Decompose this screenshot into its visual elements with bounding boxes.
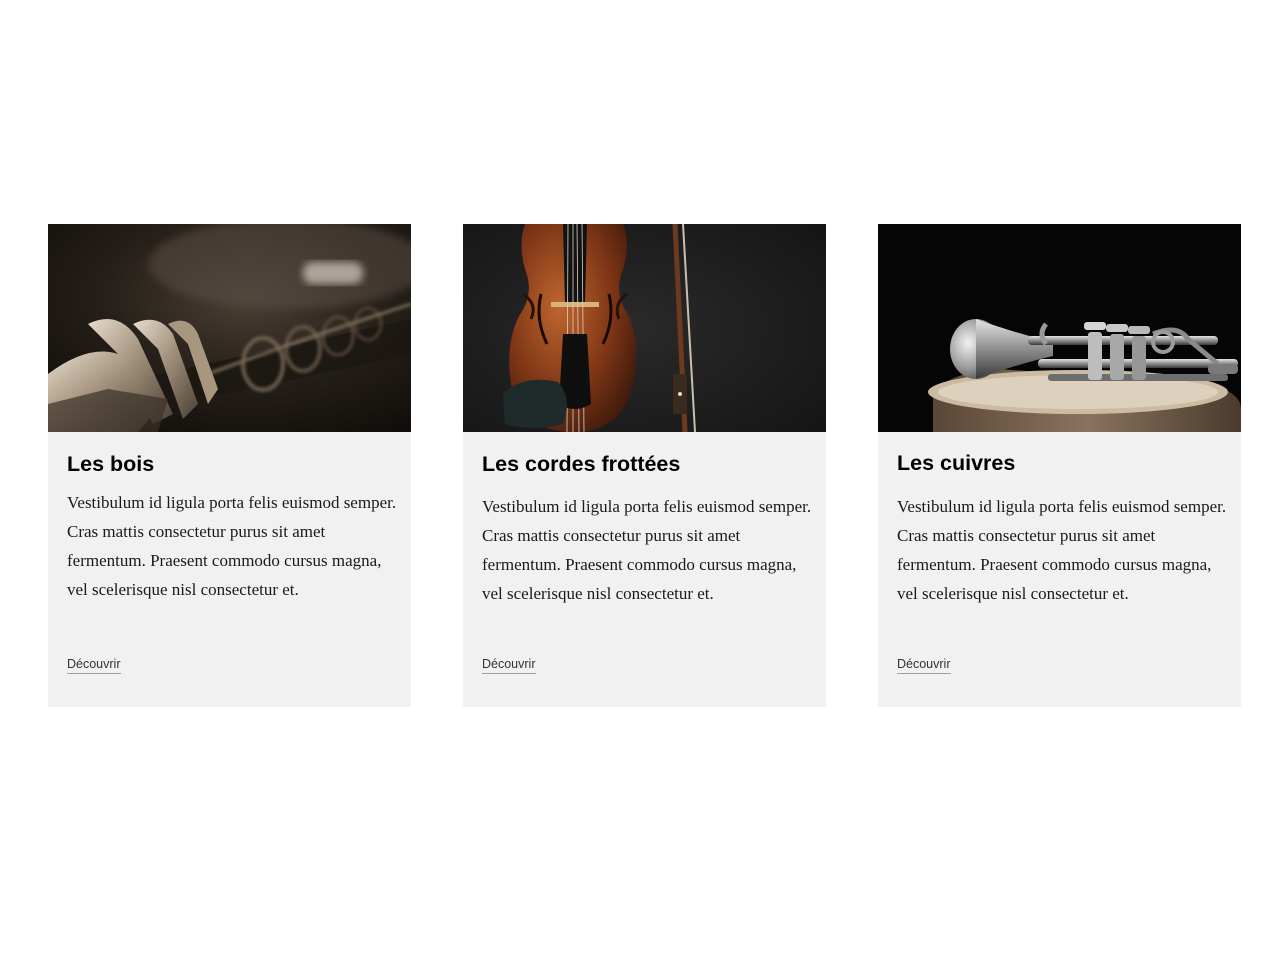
card-description: Vestibulum id ligula porta felis euismod… xyxy=(897,497,1227,603)
card-les-cordes-frottees: Les cordes frottées Vestibulum id ligula… xyxy=(463,224,826,707)
card-les-cuivres: Les cuivres Vestibulum id ligula porta f… xyxy=(878,224,1241,707)
card-description: Vestibulum id ligula porta felis euismod… xyxy=(482,497,812,603)
card-title: Les cuivres xyxy=(897,451,1016,475)
violin-and-bow-photo xyxy=(463,224,826,432)
trumpet-on-drum-photo xyxy=(878,224,1241,432)
discover-link[interactable]: Découvrir xyxy=(67,658,121,674)
card-description: Vestibulum id ligula porta felis euismod… xyxy=(67,493,397,599)
card-title: Les cordes frottées xyxy=(482,452,681,476)
discover-link[interactable]: Découvrir xyxy=(482,658,536,674)
card-les-bois: Les bois Vestibulum id ligula porta feli… xyxy=(48,224,411,707)
card-grid: Les bois Vestibulum id ligula porta feli… xyxy=(48,224,1241,707)
clarinet-keys-photo xyxy=(48,224,411,432)
card-title: Les bois xyxy=(67,452,155,476)
discover-link[interactable]: Découvrir xyxy=(897,658,951,674)
